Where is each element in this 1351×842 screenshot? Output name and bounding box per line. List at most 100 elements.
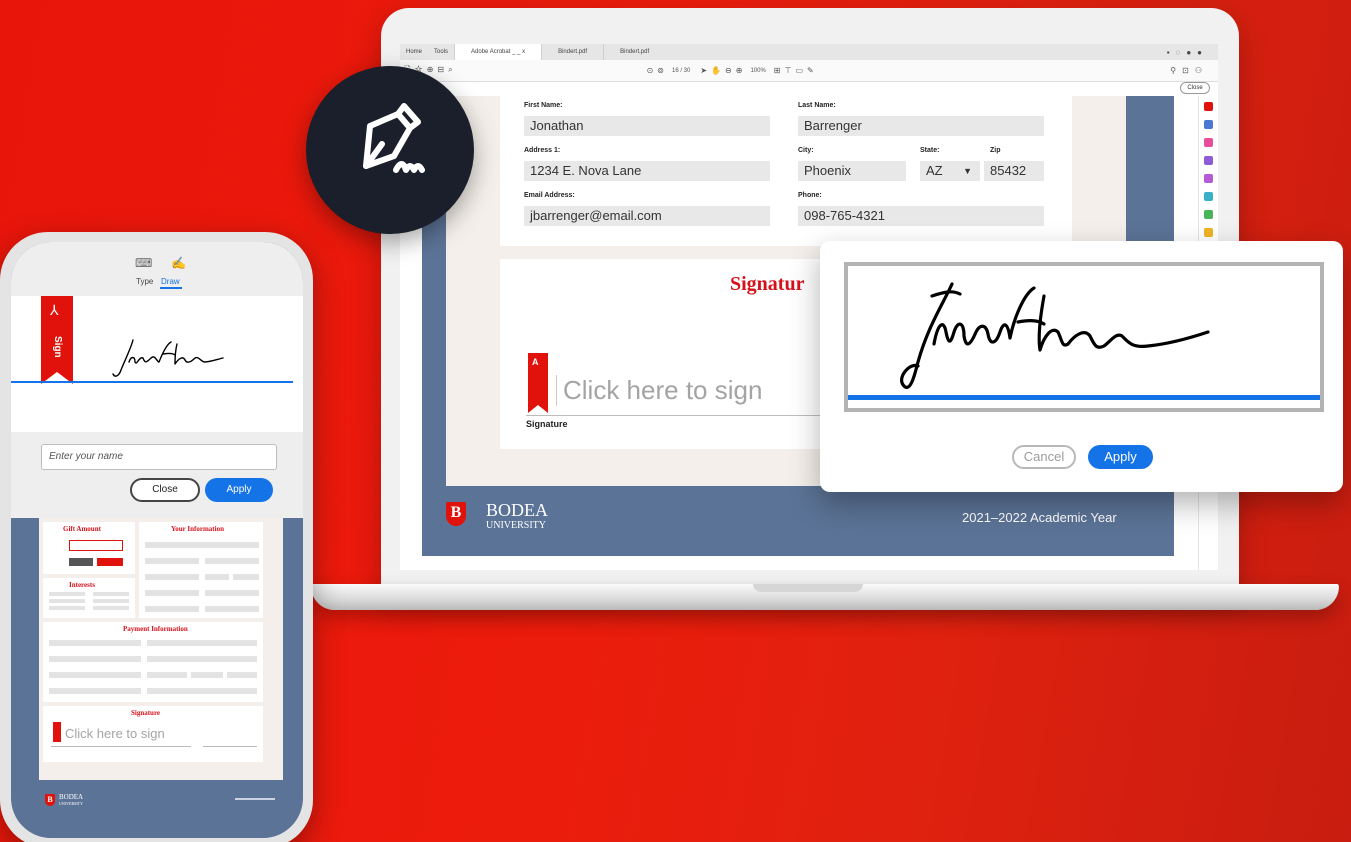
phone-document-preview: Gift Amount Your Information Interests P… <box>39 518 283 780</box>
zoom-level[interactable]: 100% <box>750 68 765 74</box>
tab-document-active[interactable]: Adobe Acrobat _ _ x <box>454 44 542 60</box>
information-form: First Name: Jonathan Last Name: Barrenge… <box>500 96 1072 246</box>
pdf-tool-icon[interactable] <box>1204 102 1213 111</box>
first-name-label: First Name: <box>524 102 563 109</box>
close-button[interactable]: Close <box>1180 82 1210 94</box>
name-input[interactable]: Enter your name <box>41 444 277 470</box>
active-tab-indicator <box>160 287 182 289</box>
payment-field[interactable] <box>227 672 257 678</box>
payment-field[interactable] <box>191 672 223 678</box>
account-icons[interactable]: ▪◌●● <box>1167 48 1218 57</box>
state-select[interactable]: AZ ▼ <box>920 161 980 181</box>
one-time-button[interactable] <box>69 558 93 566</box>
cancel-button[interactable]: Cancel <box>1012 445 1076 469</box>
laptop-notch <box>753 584 863 592</box>
close-button[interactable]: Close <box>130 478 200 502</box>
export-tool-icon[interactable] <box>1204 120 1213 129</box>
bodea-logo-icon: B <box>45 794 55 806</box>
zip-field[interactable]: 85432 <box>984 161 1044 181</box>
phone-sign-controls: Enter your name Close Apply <box>11 432 303 518</box>
phone-doc-footer: B BODEA UNIVERSITY <box>39 780 283 820</box>
edit-tool-icon[interactable] <box>1204 156 1213 165</box>
click-to-sign[interactable]: Click here to sign <box>556 375 762 406</box>
signature-draw-area[interactable] <box>844 262 1324 412</box>
address-field[interactable]: 1234 E. Nova Lane <box>524 161 770 181</box>
date-line <box>203 746 257 747</box>
info-field[interactable] <box>233 574 259 580</box>
acrobat-toolbar: 🗋☆⊕⊟⌕ ⊙⊚ 16 / 30 ➤✋⊖⊕ 100% ⊞⊤▭✎ ⚲⊡⚇ <box>400 60 1218 82</box>
payment-field[interactable] <box>147 640 257 646</box>
tab-type[interactable]: Type <box>136 277 153 286</box>
page-indicator[interactable]: 16 / 30 <box>672 68 690 74</box>
interests-card: Interests <box>43 578 135 618</box>
share-icons[interactable]: ⚲⊡⚇ <box>1170 66 1218 75</box>
apply-button[interactable]: Apply <box>205 478 273 502</box>
info-title: Your Information <box>171 525 224 533</box>
payment-field[interactable] <box>49 672 141 678</box>
gift-amount-field[interactable] <box>69 540 123 551</box>
interests-title: Interests <box>69 581 95 589</box>
tab-tools[interactable]: Tools <box>428 49 454 55</box>
signature-label: Signature <box>526 419 568 429</box>
payment-field[interactable] <box>49 640 141 646</box>
sign-tool-icon[interactable] <box>1204 174 1213 183</box>
protect-tool-icon[interactable] <box>1204 210 1213 219</box>
tab-document[interactable]: Bindert.pdf <box>541 44 603 60</box>
gift-amount-card: Gift Amount <box>43 522 135 574</box>
info-field[interactable] <box>145 558 199 564</box>
compress-tool-icon[interactable] <box>1204 192 1213 201</box>
phone-signature-canvas[interactable]: ⅄ Sign <box>11 296 303 432</box>
payment-field[interactable] <box>147 672 187 678</box>
info-field[interactable] <box>145 590 199 596</box>
phone-signature-card: Signature Click here to sign <box>43 706 263 762</box>
email-field[interactable]: jbarrenger@email.com <box>524 206 770 226</box>
tab-document[interactable]: Bindert.pdf <box>603 44 665 60</box>
phone-field[interactable]: 098-765-4321 <box>798 206 1044 226</box>
comment-tool-icon[interactable] <box>1204 228 1213 237</box>
payment-field[interactable] <box>147 656 257 662</box>
city-field[interactable]: Phoenix <box>798 161 906 181</box>
state-label: State: <box>920 147 940 154</box>
last-name-label: Last Name: <box>798 102 836 109</box>
tab-draw[interactable]: Draw <box>161 277 180 286</box>
info-field[interactable] <box>205 606 259 612</box>
click-to-sign[interactable]: Click here to sign <box>65 726 165 741</box>
university-name: BODEA <box>486 500 548 520</box>
pen-icon[interactable]: ✍ <box>171 256 198 270</box>
adobe-sign-ribbon <box>53 722 61 742</box>
info-field[interactable] <box>205 590 259 596</box>
interest-option[interactable] <box>93 599 129 603</box>
tab-home[interactable]: Home <box>400 49 428 55</box>
info-field[interactable] <box>145 542 259 548</box>
phone-drawn-signature <box>112 339 224 377</box>
signature-baseline <box>11 381 293 383</box>
organize-tool-icon[interactable] <box>1204 138 1213 147</box>
info-field[interactable] <box>145 606 199 612</box>
select-tools-icons[interactable]: ➤✋⊖⊕ <box>700 66 746 75</box>
interest-option[interactable] <box>49 599 85 603</box>
university-sub: UNIVERSITY <box>59 801 83 806</box>
interest-option[interactable] <box>93 606 129 610</box>
keyboard-icon[interactable]: ⌨ <box>135 256 164 270</box>
info-field[interactable] <box>205 574 229 580</box>
apply-button[interactable]: Apply <box>1088 445 1153 469</box>
signature-title: Signatur <box>730 273 805 295</box>
markup-tools-icons[interactable]: ⊞⊤▭✎ <box>774 66 818 75</box>
interest-option[interactable] <box>93 592 129 596</box>
info-field[interactable] <box>145 574 199 580</box>
info-field[interactable] <box>205 558 259 564</box>
interest-option[interactable] <box>49 606 85 610</box>
gift-title: Gift Amount <box>63 525 101 533</box>
page-nav-icons[interactable]: ⊙⊚ <box>647 66 668 75</box>
email-label: Email Address: <box>524 192 575 199</box>
first-name-field[interactable]: Jonathan <box>524 116 770 136</box>
recurring-button[interactable] <box>97 558 123 566</box>
last-name-field[interactable]: Barrenger <box>798 116 1044 136</box>
interest-option[interactable] <box>49 592 85 596</box>
adobe-logo-icon: ⅄ <box>50 302 59 318</box>
payment-field[interactable] <box>147 688 257 694</box>
adobe-sign-ribbon: A <box>528 353 548 413</box>
payment-field[interactable] <box>49 656 141 662</box>
signature-dialog: Cancel Apply <box>820 241 1343 492</box>
payment-field[interactable] <box>49 688 141 694</box>
